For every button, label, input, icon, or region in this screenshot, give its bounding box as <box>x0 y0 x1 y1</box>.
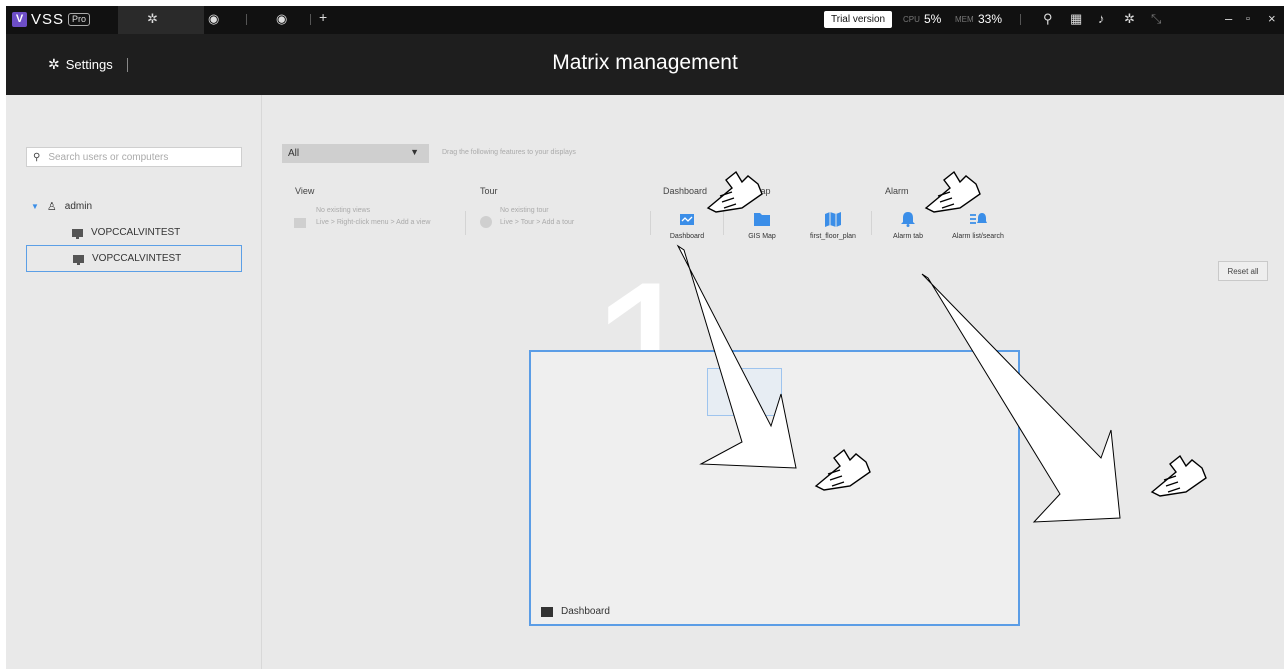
brand-name: VSS <box>31 11 65 28</box>
tour-icon <box>480 216 492 228</box>
trial-version-badge[interactable]: Trial version <box>824 11 893 28</box>
divider <box>871 211 872 235</box>
grid-icon[interactable]: ▦ <box>1070 11 1082 27</box>
divider <box>650 211 651 235</box>
caret-down-icon[interactable]: ▼ <box>31 202 39 211</box>
vivotek-logo-icon: V <box>12 12 27 27</box>
dashboard-icon <box>541 606 553 617</box>
top-bar: V VSS Pro ✲ ◉ ◉ + Trial version CPU 5% M… <box>6 6 1284 34</box>
tree-node-label: admin <box>64 201 93 212</box>
feature-alarm-tab[interactable]: Alarm tab <box>873 211 943 240</box>
category-alarm: Alarm <box>885 186 909 196</box>
display-content-text: Dashboard <box>561 606 610 617</box>
page-header: ✲ Settings Matrix management <box>6 34 1284 95</box>
eye-icon[interactable]: ◉ <box>276 11 287 27</box>
feature-filter-dropdown[interactable]: All ▼ <box>282 144 429 163</box>
search-input[interactable] <box>48 151 229 163</box>
feature-label: first_floor_plan <box>810 233 856 240</box>
search-icon: ⚲ <box>33 151 41 163</box>
feature-dashboard[interactable]: Dashboard <box>652 211 722 240</box>
feature-label: Alarm tab <box>893 233 923 240</box>
feature-label: GIS Map <box>748 233 776 240</box>
view-layout-icon <box>294 218 306 228</box>
tab-settings[interactable] <box>118 6 204 34</box>
drag-ghost <box>707 368 782 416</box>
hand-pointer-icon <box>924 170 981 213</box>
tree-node-label: VOPCCALVINTEST <box>91 227 181 238</box>
page-title: Matrix management <box>552 51 738 74</box>
category-tour: Tour <box>480 186 498 196</box>
monitor-icon <box>72 228 83 239</box>
bell-icon <box>899 211 917 227</box>
toolbar-separator <box>1020 14 1021 25</box>
feature-label: Alarm list/search <box>952 233 1004 240</box>
divider <box>723 211 724 235</box>
maximize-button[interactable]: ▫ <box>1246 13 1250 25</box>
brand-logo: V VSS Pro <box>12 11 91 28</box>
tree-node-computer-selected[interactable]: VOPCCALVINTEST <box>26 245 242 272</box>
gear-icon[interactable]: ✲ <box>1124 11 1135 27</box>
mem-label: MEM <box>955 15 974 24</box>
search-icon[interactable]: ⚲ <box>1043 11 1053 27</box>
tree-node-label: VOPCCALVINTEST <box>92 253 182 264</box>
view-empty-title: No existing views <box>316 207 371 214</box>
search-field[interactable]: ⚲ <box>26 147 242 167</box>
user-computer-pane: ⚲ ▼ ♙ admin VOPCCALVINTEST VOPCCALVINTES… <box>6 95 262 669</box>
category-map: Map <box>753 186 771 196</box>
tab-separator <box>310 14 311 25</box>
mem-value: 33% <box>978 12 1003 26</box>
tree-node-admin[interactable]: ▼ ♙ admin <box>31 200 92 213</box>
tab-separator <box>246 14 247 25</box>
map-icon <box>824 211 842 227</box>
eye-icon[interactable]: ◉ <box>208 11 219 27</box>
add-tab-button[interactable]: + <box>319 9 327 25</box>
tour-empty-title: No existing tour <box>500 207 549 214</box>
pin-icon[interactable]: ⤡ <box>1151 11 1161 27</box>
cpu-value: 5% <box>924 12 942 26</box>
feature-gis-map[interactable]: GIS Map <box>727 211 797 240</box>
cpu-label: CPU <box>903 15 920 24</box>
folder-icon <box>753 211 771 227</box>
gear-icon[interactable]: ✲ <box>147 11 158 27</box>
app-window: V VSS Pro ✲ ◉ ◉ + Trial version CPU 5% M… <box>6 6 1284 669</box>
feature-alarm-list-search[interactable]: Alarm list/search <box>936 211 1020 240</box>
minimize-button[interactable]: – <box>1225 11 1232 26</box>
category-dashboard: Dashboard <box>663 186 708 196</box>
alarm-list-icon <box>969 211 987 227</box>
reset-all-button[interactable]: Reset all <box>1218 261 1268 281</box>
divider <box>465 211 466 235</box>
display-content-label: Dashboard <box>541 606 610 617</box>
user-icon: ♙ <box>46 201 57 213</box>
tour-empty-hint: Live > Tour > Add a tour <box>500 219 575 226</box>
caret-down-icon: ▼ <box>410 147 419 157</box>
edition-badge: Pro <box>68 13 91 26</box>
close-button[interactable]: × <box>1268 11 1276 26</box>
drag-hint: Drag the following features to your disp… <box>442 149 576 156</box>
tree-node-computer[interactable]: VOPCCALVINTEST <box>26 219 242 246</box>
monitor-icon <box>73 254 84 265</box>
display-drop-target[interactable]: Dashboard <box>529 350 1020 626</box>
view-empty-hint: Live > Right-click menu > Add a view <box>316 219 431 226</box>
bell-icon[interactable]: ♪ <box>1098 11 1105 26</box>
feature-first-floor-plan[interactable]: first_floor_plan <box>798 211 868 240</box>
dashboard-icon <box>678 211 696 227</box>
dropdown-value: All <box>288 148 300 159</box>
hand-pointer-icon <box>1150 454 1207 497</box>
category-view: View <box>295 186 315 196</box>
